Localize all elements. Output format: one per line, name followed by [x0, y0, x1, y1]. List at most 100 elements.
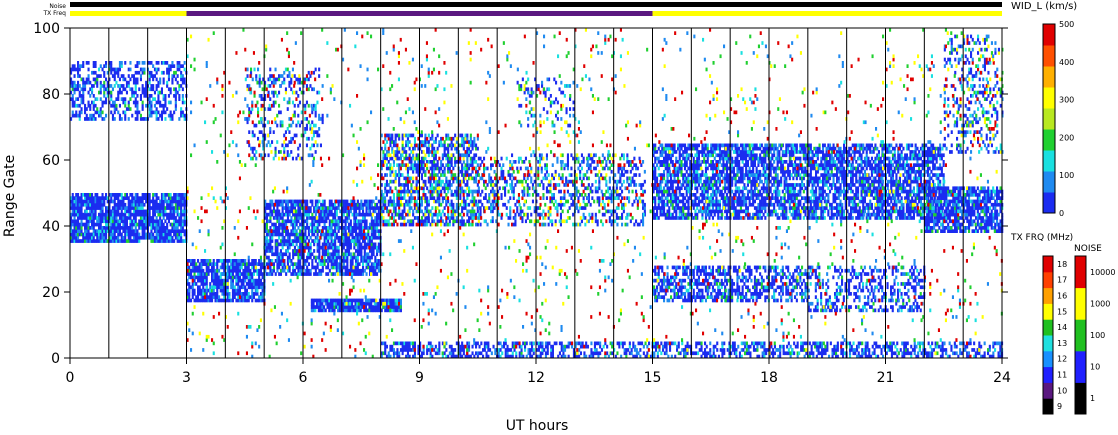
data-cell — [385, 222, 388, 227]
data-cell — [231, 298, 234, 303]
data-cell — [307, 103, 310, 108]
data-cell — [75, 209, 78, 214]
data-cell — [426, 196, 429, 200]
data-cell — [288, 74, 291, 78]
data-cell — [422, 156, 425, 161]
data-cell — [415, 156, 418, 161]
data-cell — [249, 262, 252, 266]
data-cell — [253, 67, 256, 72]
data-cell — [132, 229, 135, 233]
data-cell — [247, 298, 250, 303]
data-cell — [584, 173, 587, 177]
data-cell — [242, 275, 245, 280]
data-cell — [524, 156, 527, 161]
data-cell — [249, 275, 252, 280]
data-cell — [274, 120, 277, 125]
data-cell — [162, 70, 165, 75]
data-cell — [328, 252, 331, 257]
data-cell — [493, 206, 496, 210]
data-cell — [362, 268, 365, 273]
data-cell — [455, 146, 458, 151]
data-cell — [212, 278, 215, 283]
data-cell — [488, 199, 491, 204]
data-cell — [304, 262, 307, 266]
data-cell — [271, 245, 274, 250]
data-cell — [369, 222, 372, 227]
data-cell — [134, 84, 137, 88]
data-cell — [351, 268, 354, 273]
data-cell — [323, 222, 326, 227]
data-cell — [468, 173, 471, 177]
data-cell — [245, 272, 248, 276]
data-cell — [427, 219, 430, 224]
data-cell — [258, 298, 261, 303]
data-cell — [408, 153, 411, 158]
data-cell — [433, 169, 436, 174]
data-cell — [195, 295, 198, 299]
data-cell — [452, 202, 455, 207]
data-cell — [337, 245, 340, 250]
data-cell — [285, 222, 288, 227]
data-cell — [382, 163, 385, 167]
data-cell — [335, 222, 338, 227]
data-cell — [159, 199, 162, 204]
data-cell — [401, 189, 404, 194]
data-cell — [181, 199, 184, 204]
data-cell — [394, 133, 397, 138]
data-cell — [228, 298, 231, 303]
data-cell — [127, 80, 130, 85]
data-cell — [122, 219, 125, 224]
data-cell — [392, 199, 395, 204]
data-cell — [278, 90, 281, 95]
data-cell — [514, 212, 517, 217]
data-cell — [73, 64, 76, 68]
data-cell — [500, 193, 503, 197]
data-cell — [420, 199, 423, 204]
data-cell — [426, 166, 429, 171]
data-cell — [459, 189, 462, 194]
data-cell — [440, 166, 443, 171]
data-cell — [304, 103, 307, 108]
data-cell — [169, 193, 172, 197]
data-cell — [96, 107, 99, 111]
data-cell — [238, 262, 241, 266]
data-cell — [349, 209, 352, 214]
data-cell — [384, 202, 387, 207]
data-cell — [75, 193, 78, 197]
data-cell — [408, 179, 411, 184]
data-cell — [292, 199, 295, 204]
data-cell — [502, 176, 505, 181]
data-cell — [261, 285, 264, 290]
data-cell — [528, 193, 531, 197]
data-cell — [148, 61, 151, 65]
data-cell — [349, 305, 352, 309]
data-cell — [197, 259, 200, 263]
data-cell — [122, 196, 125, 200]
data-cell — [247, 265, 250, 270]
data-cell — [129, 216, 132, 220]
data-cell — [368, 301, 371, 306]
data-cell — [468, 222, 471, 227]
data-cell — [292, 202, 295, 207]
data-cell — [358, 212, 361, 217]
data-cell — [334, 239, 337, 243]
data-cell — [447, 150, 450, 154]
data-cell — [257, 107, 260, 111]
data-cell — [459, 202, 462, 207]
data-cell — [319, 298, 322, 303]
data-cell — [198, 285, 201, 290]
data-cell — [174, 206, 177, 210]
data-cell — [307, 262, 310, 266]
data-cell — [477, 186, 480, 191]
data-cell — [431, 222, 434, 227]
data-cell — [355, 272, 358, 276]
data-cell — [316, 202, 319, 207]
data-cell — [512, 196, 515, 200]
data-cell — [111, 239, 114, 243]
data-cell — [145, 94, 148, 98]
data-cell — [265, 206, 268, 210]
data-cell — [339, 242, 342, 247]
data-cell — [110, 196, 113, 200]
data-cell — [178, 222, 181, 227]
data-cell — [269, 245, 272, 250]
